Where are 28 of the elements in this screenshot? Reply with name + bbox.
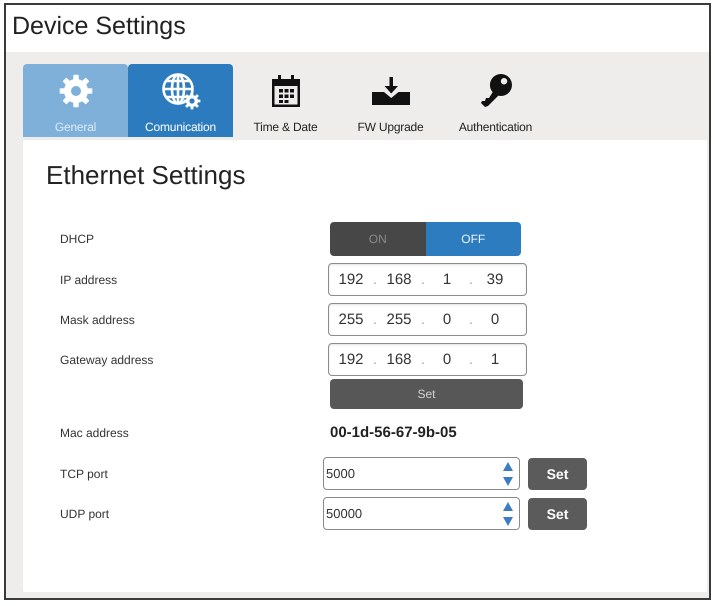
ip-field[interactable]: 255 . 255 . 0 . 0 xyxy=(328,303,527,336)
port-field[interactable]: 50000 xyxy=(323,497,520,530)
gear-icon xyxy=(58,74,92,108)
globe-icon xyxy=(160,72,200,110)
field-label: Gateway address xyxy=(60,352,154,366)
field-label: Mask address xyxy=(60,312,136,326)
ip-field[interactable]: 192 . 168 . 1 . 39 xyxy=(328,263,527,296)
window-title: Device Settings xyxy=(11,11,187,42)
field-label: IP address xyxy=(60,272,118,286)
tab[interactable]: Time & Date xyxy=(233,64,338,137)
set-button[interactable]: Set xyxy=(528,498,587,530)
mac-address-value: 00-1d-56-67-9b-05 xyxy=(330,423,457,443)
set-button[interactable]: Set xyxy=(330,379,523,409)
spinner-icon[interactable] xyxy=(503,502,513,526)
field-label: DHCP xyxy=(60,232,96,246)
set-button[interactable]: Set xyxy=(528,458,587,490)
key-icon xyxy=(478,73,512,109)
port-field[interactable]: 5000 xyxy=(323,457,520,490)
toggle-option[interactable]: OFF xyxy=(426,222,521,256)
section-heading: Ethernet Settings xyxy=(46,160,246,190)
ip-field[interactable]: 192 . 168 . 0 . 1 xyxy=(328,343,527,376)
tab[interactable]: FW Upgrade xyxy=(338,64,443,137)
calendar-icon xyxy=(270,74,300,108)
tab[interactable]: Comunication xyxy=(128,64,233,137)
spinner-icon[interactable] xyxy=(503,462,513,486)
field-label: Mac address xyxy=(60,426,130,440)
download-icon xyxy=(370,76,410,106)
tab[interactable]: Authentication xyxy=(443,64,548,137)
